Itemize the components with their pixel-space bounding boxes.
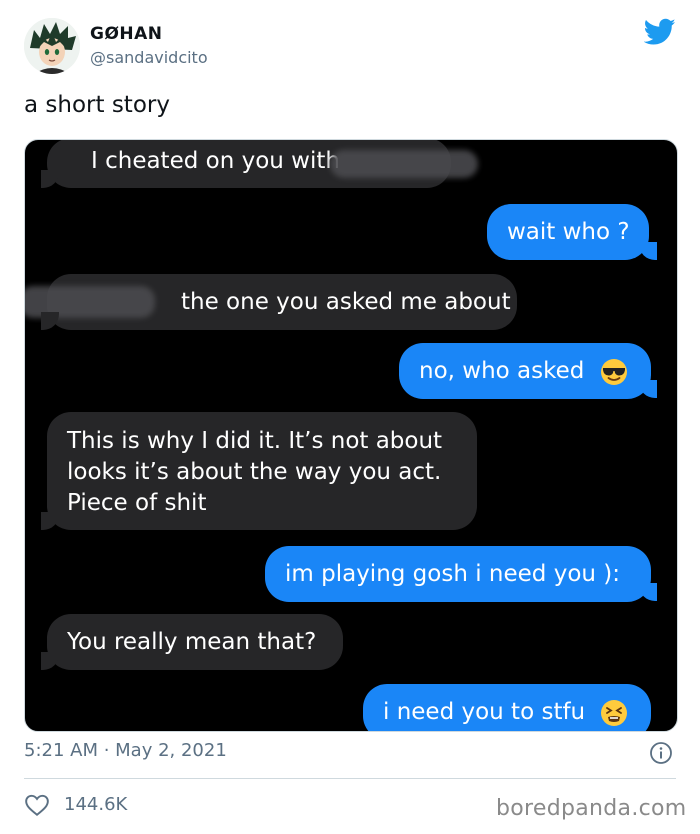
redacted-name — [330, 150, 478, 178]
twitter-bird-icon[interactable] — [644, 18, 676, 46]
message-bubble-sent: wait who ? — [487, 204, 649, 260]
avatar[interactable] — [24, 18, 80, 74]
message-bubble-sent: im playing gosh i need you ): — [265, 546, 651, 602]
bubble-tail — [41, 512, 59, 530]
tweet-media-image[interactable]: I cheated on you with wait who ? the one… — [24, 139, 678, 732]
message-text: You really mean that? — [67, 629, 317, 655]
message-text: wait who ? — [507, 219, 630, 245]
avatar-image — [24, 18, 80, 74]
tweet-text: a short story — [24, 92, 170, 118]
info-icon[interactable] — [649, 741, 673, 765]
bubble-tail — [41, 652, 59, 670]
tweet-timestamp[interactable]: 5:21 AM · May 2, 2021 — [24, 740, 227, 761]
bubble-tail — [639, 583, 657, 601]
message-text: the one you asked me about — [181, 289, 511, 315]
bubble-tail — [639, 242, 657, 260]
bubble-tail — [41, 170, 59, 188]
like-count[interactable]: 144.6K — [64, 794, 127, 815]
message-text-line: Piece of shit — [67, 490, 207, 516]
message-text: I cheated on you with — [91, 148, 340, 174]
sunglasses-emoji-icon — [600, 358, 627, 385]
heart-icon[interactable] — [24, 793, 50, 817]
tired-face-emoji-icon — [601, 699, 628, 726]
message-text: im playing gosh i need you ): — [285, 561, 621, 587]
bubble-tail — [41, 312, 59, 330]
author-name[interactable]: GØHAN — [90, 24, 163, 44]
message-bubble-sent: no, who asked — [399, 343, 651, 399]
message-text: i need you to stfu — [383, 699, 586, 725]
divider — [24, 778, 676, 779]
message-bubble-received: You really mean that? — [47, 614, 343, 670]
message-text-line: This is why I did it. It’s not about — [67, 428, 443, 454]
message-text-line: looks it’s about the way you act. — [67, 459, 442, 485]
bubble-tail — [639, 380, 657, 398]
author-handle[interactable]: @sandavidcito — [90, 48, 208, 67]
message-bubble-sent: i need you to stfu — [363, 684, 651, 731]
message-text: no, who asked — [419, 358, 585, 384]
message-bubble-received: This is why I did it. It’s not about loo… — [47, 412, 477, 530]
watermark: boredpanda.com — [496, 796, 687, 821]
